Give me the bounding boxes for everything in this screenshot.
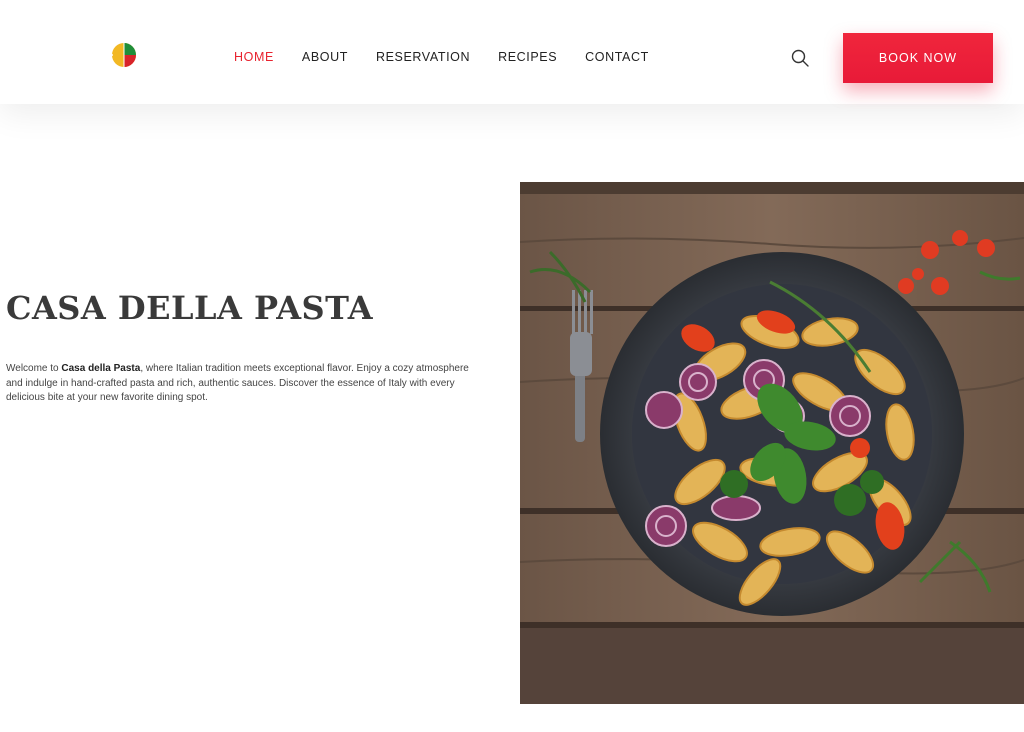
site-header: HOME ABOUT RESERVATION RECIPES CONTACT B…: [0, 0, 1024, 104]
search-icon[interactable]: [790, 48, 810, 68]
logo-icon[interactable]: [111, 41, 139, 69]
main-nav: HOME ABOUT RESERVATION RECIPES CONTACT: [234, 49, 677, 65]
nav-reservation[interactable]: RESERVATION: [376, 49, 470, 65]
nav-recipes[interactable]: RECIPES: [498, 49, 557, 65]
nav-contact[interactable]: CONTACT: [585, 49, 649, 65]
hero-intro: Welcome to Casa della Pasta, where Itali…: [6, 362, 486, 406]
pasta-dish-image: [520, 182, 1024, 704]
hero-title: CASA DELLA PASTA: [6, 289, 374, 327]
book-now-button[interactable]: BOOK NOW: [843, 33, 993, 83]
nav-about[interactable]: ABOUT: [302, 49, 348, 65]
nav-home[interactable]: HOME: [234, 49, 274, 65]
intro-prefix: Welcome to: [6, 363, 62, 374]
intro-brand: Casa della Pasta: [61, 363, 141, 374]
